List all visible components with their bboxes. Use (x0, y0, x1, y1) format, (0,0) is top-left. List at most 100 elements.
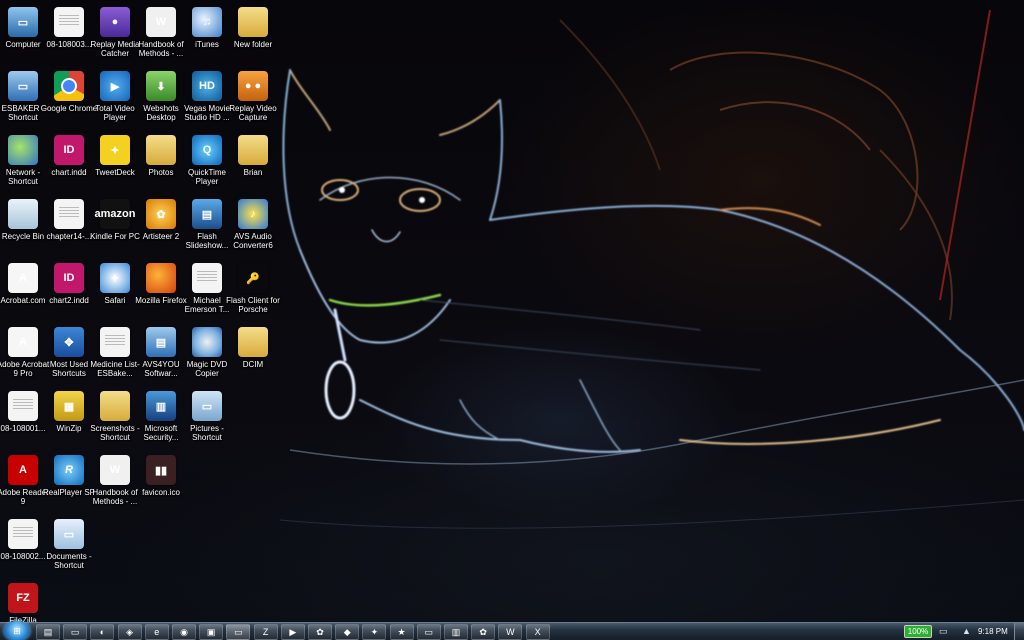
desktop-icon[interactable]: A Adobe Reader 9 (0, 452, 49, 512)
desktop-icon[interactable]: ▭ Pictures - Shortcut (184, 388, 230, 448)
desktop-icon[interactable]: Magic DVD Copier (184, 324, 230, 384)
desktop-icon[interactable]: ♫ iTunes (184, 4, 230, 64)
computer-icon: ▭ (8, 7, 38, 37)
windows-logo-icon: ⊞ (13, 625, 21, 636)
media-icon: ▣ (206, 626, 216, 637)
chart-icon: ▥ (451, 626, 461, 637)
folder-icon: ▭ (70, 626, 80, 637)
webshots-icon: ⬇ (146, 71, 176, 101)
desktop-icon[interactable]: Q QuickTime Player (184, 132, 230, 192)
taskbar-button[interactable]: Z (253, 624, 278, 640)
desktop-icon[interactable]: ✧ Safari (92, 260, 138, 320)
network-icon: ◈ (126, 626, 134, 637)
desktop-icon[interactable]: ID chart.indd (46, 132, 92, 192)
folder-icon (146, 135, 176, 165)
desktop-icon-label: Documents - Shortcut (46, 552, 92, 570)
desktop-icon[interactable]: ✦ TweetDeck (92, 132, 138, 192)
taskbar-button[interactable]: ◈ (117, 624, 142, 640)
desktop-icon[interactable]: New folder (230, 4, 276, 64)
network-icon (8, 135, 38, 165)
safari-icon: ✧ (100, 263, 130, 293)
desktop-icon[interactable]: Recycle Bin (0, 196, 46, 256)
desktop-icon[interactable]: ● ● Replay Video Capture (229, 68, 277, 128)
vegas-movie-icon: HD (192, 71, 222, 101)
tweetdeck-icon: ✦ (370, 626, 379, 637)
taskbar-button[interactable]: ✿ (308, 624, 332, 640)
desktop-icon[interactable]: ▭ Documents - Shortcut (46, 516, 92, 576)
desktop-icon[interactable]: ID chart2.indd (46, 260, 92, 320)
document-icon (54, 7, 84, 37)
taskbar-button[interactable]: ★ (389, 624, 414, 640)
taskbar-button[interactable]: ✿ (471, 624, 496, 640)
acrobat-icon: A (8, 263, 38, 293)
desktop-icon[interactable]: Network - Shortcut (0, 132, 46, 192)
tray-window-icon[interactable]: ▭ (939, 626, 948, 637)
taskbar-button[interactable]: ▥ (444, 624, 468, 640)
adobe-reader-icon: A (8, 455, 38, 485)
taskbar-button[interactable]: ◉ (172, 624, 196, 640)
word-document-icon: W (100, 455, 130, 485)
taskbar-button[interactable]: ✦ (362, 624, 387, 640)
desktop-icon[interactable]: W Handbook of Methods - ... (138, 4, 184, 64)
taskbar-button[interactable]: ◆ (335, 624, 360, 640)
shortcuts-icon: ✥ (54, 327, 84, 357)
taskbar-button[interactable]: ▭ (226, 624, 251, 640)
webshots-icon: ◆ (343, 626, 351, 637)
taskbar-button[interactable]: ▭ (63, 624, 88, 640)
desktop-icon[interactable]: 🔑 Flash Client for Porsche (226, 260, 280, 320)
folder-icon (238, 135, 268, 165)
realplayer-icon: R (54, 455, 84, 485)
desktop-icon[interactable]: A Acrobat.com (0, 260, 46, 320)
desktop-icon[interactable]: ▭ ESBAKER - Shortcut (0, 68, 46, 128)
battery-indicator[interactable]: 100% (904, 625, 932, 638)
desktop-icon-label: favicon.ico (142, 488, 180, 497)
battery-percent: 100% (907, 627, 929, 636)
desktop-icon[interactable]: Brian (230, 132, 276, 192)
artisteer-icon: ✿ (479, 626, 487, 637)
folder-icon (238, 7, 268, 37)
desktop-icon[interactable]: ▮▮ favicon.ico (138, 452, 184, 512)
dvd-icon (192, 327, 222, 357)
excel-icon: X (534, 627, 541, 637)
desktop-icon[interactable]: ▭ Computer (0, 4, 46, 64)
taskbar-button[interactable]: ▤ (36, 624, 60, 640)
user-shortcut-icon: ▭ (8, 71, 38, 101)
taskbar: ⊞ 100% ▭ ▲ 9:18 PM ▤ ▭ ◐ ◈ e ◉ ▣ ▭ Z ▶ ✿ ◆ ✦ ★ ▭ ▥ ✿ W X (0, 621, 1024, 640)
firefox-icon (146, 263, 176, 293)
desktop-icon-label: Brian (243, 168, 263, 177)
taskbar-button[interactable]: ▶ (280, 624, 305, 640)
video-player-icon: ▶ (100, 71, 130, 101)
desktop-icon[interactable]: chapter14-... (46, 196, 92, 256)
flash-slideshow-icon: ▤ (192, 199, 222, 229)
indesign-file-icon: ID (54, 135, 84, 165)
taskbar-button[interactable]: ▣ (199, 624, 224, 640)
word-icon: W (506, 627, 515, 637)
quicktime-icon: Q (192, 135, 222, 165)
pdf-document-icon (8, 519, 38, 549)
desktop-icon[interactable]: W Handbook of Methods - ... (92, 452, 138, 512)
taskbar-button[interactable]: e (144, 624, 169, 640)
taskbar-button[interactable]: X (525, 624, 550, 640)
filezilla-icon: Z (262, 627, 269, 637)
desktop-icon[interactable]: 08-108001... (0, 388, 46, 448)
show-desktop-button[interactable] (1014, 623, 1024, 640)
document-icon (100, 327, 130, 357)
desktop-icon[interactable]: DCIM (230, 324, 276, 384)
winzip-icon: ▦ (54, 391, 84, 421)
taskbar-button[interactable]: ◐ (90, 624, 115, 640)
desktop-icon-label: New folder (233, 40, 273, 49)
clock[interactable]: 9:18 PM (978, 627, 1008, 636)
documents-icon: ▭ (54, 519, 84, 549)
taskbar-button[interactable]: ▭ (416, 624, 441, 640)
start-button[interactable]: ⊞ (4, 621, 30, 640)
orb-icon: ◐ (99, 627, 106, 637)
taskbar-button[interactable]: W (498, 624, 523, 640)
desktop-icon-label: AVS Audio Converter6 (233, 232, 273, 250)
desktop-icon[interactable]: ♪ AVS Audio Converter6 (230, 196, 276, 256)
internet-explorer-icon: e (154, 627, 160, 637)
document-icon (54, 199, 84, 229)
desktop-icon[interactable]: amazon Kindle For PC (90, 196, 140, 256)
show-hidden-icons-icon[interactable]: ▲ (962, 626, 971, 636)
desktop-icon-label: Flash Client for Porsche (226, 296, 280, 314)
itunes-icon: ♫ (192, 7, 222, 37)
